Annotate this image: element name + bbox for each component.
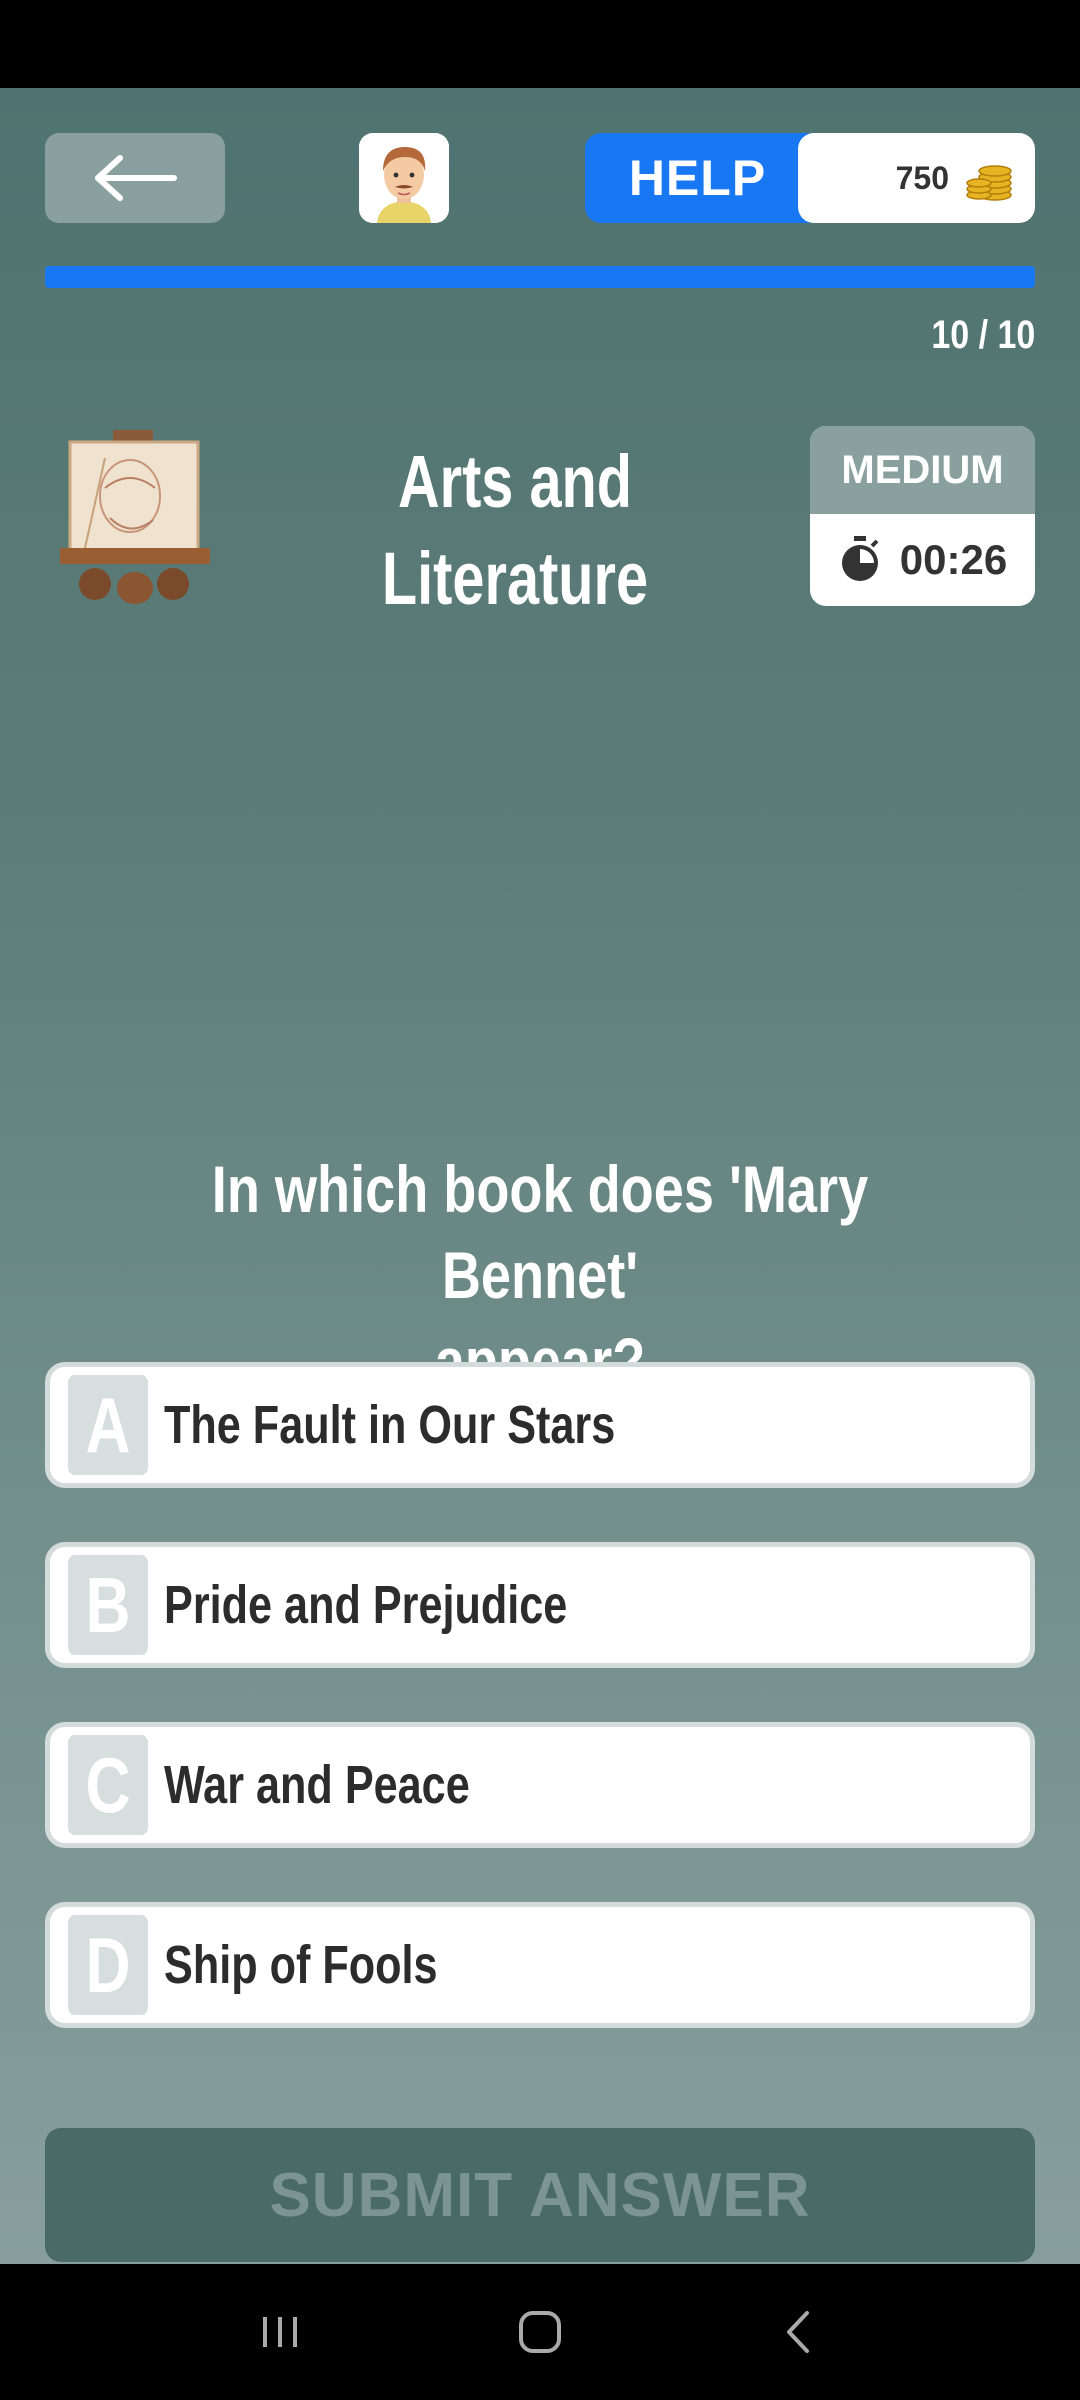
answer-letter: A — [68, 1375, 148, 1475]
back-button[interactable] — [45, 133, 225, 223]
chevron-left-icon — [787, 2311, 809, 2353]
timer-text: 00:26 — [899, 536, 1008, 583]
answer-text: War and Peace — [164, 1755, 470, 1815]
answer-letter: B — [68, 1555, 148, 1655]
answer-option-b[interactable]: B Pride and Prejudice — [45, 1542, 1035, 1668]
answer-text: The Fault in Our Stars — [164, 1395, 616, 1455]
answer-text: Ship of Fools — [164, 1935, 438, 1995]
coin-count: 750 — [895, 159, 949, 196]
category-image — [55, 428, 215, 608]
submit-answer-button[interactable]: SUBMIT ANSWER — [45, 2128, 1035, 2262]
answer-option-d[interactable]: D Ship of Fools — [45, 1902, 1035, 2028]
answer-list: A The Fault in Our Stars B Pride and Pre… — [45, 1362, 1035, 2082]
progress-fill — [45, 266, 1035, 288]
category-title-line1: Arts and — [397, 440, 633, 523]
question-counter: 10 / 10 — [931, 313, 1035, 357]
recent-apps-icon — [263, 2317, 297, 2347]
answer-letter: C — [68, 1735, 148, 1835]
help-coins-group: HELP 750 — [585, 133, 1035, 223]
avatar-icon — [359, 133, 449, 223]
category-title-line2: Literature — [381, 537, 649, 620]
difficulty-badge: MEDIUM — [810, 426, 1035, 514]
system-nav-bar — [0, 2264, 1080, 2400]
home-button[interactable] — [500, 2292, 580, 2372]
answer-letter: D — [68, 1915, 148, 2015]
category-title: Arts and Literature — [347, 433, 682, 627]
home-icon — [519, 2311, 561, 2353]
question-line1: In which book does 'Mary Bennet' — [211, 1152, 869, 1312]
answer-option-a[interactable]: A The Fault in Our Stars — [45, 1362, 1035, 1488]
quiz-screen: HELP 750 10 / 10 Arts and Literature MED… — [0, 88, 1080, 2264]
easel-painting-icon — [60, 430, 210, 604]
help-button[interactable]: HELP — [585, 133, 810, 223]
nav-back-button[interactable] — [760, 2292, 840, 2372]
recent-apps-button[interactable] — [240, 2292, 320, 2372]
progress-bar — [45, 266, 1035, 288]
arrow-left-icon — [95, 155, 177, 201]
coin-balance: 750 — [798, 133, 1035, 223]
stopwatch-icon — [841, 536, 879, 581]
answer-option-c[interactable]: C War and Peace — [45, 1722, 1035, 1848]
avatar[interactable] — [359, 133, 449, 223]
status-bar — [0, 0, 1080, 88]
difficulty-timer-card: MEDIUM 00:26 — [810, 426, 1035, 606]
coin-stack-icon — [966, 165, 1012, 201]
answer-text: Pride and Prejudice — [164, 1575, 568, 1635]
timer: 00:26 — [810, 514, 1035, 606]
